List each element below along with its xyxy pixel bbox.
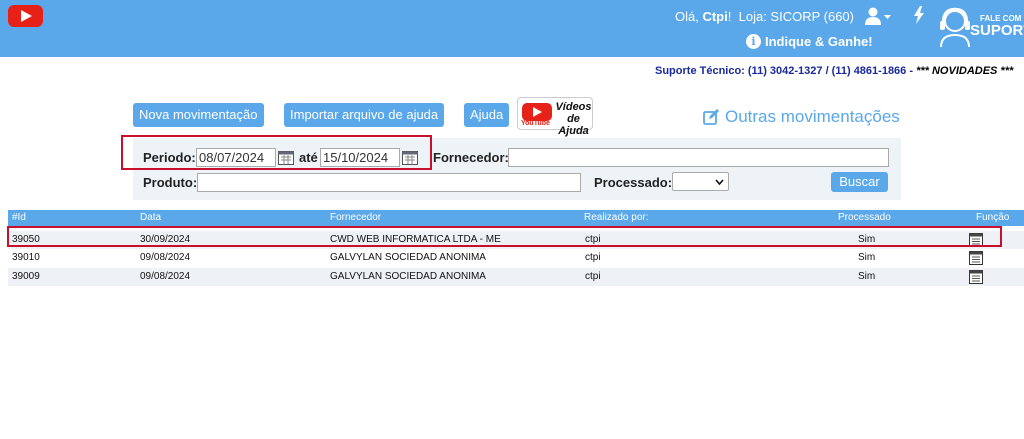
support-phones: Suporte Técnico: (11) 3042-1327 / (11) 4… [655,65,917,77]
support-headset-icon[interactable] [937,5,973,47]
cell-processado: Sim [858,271,876,282]
table-header: #Id Data Fornecedor Realizado por: Proce… [8,210,1024,226]
produto-input[interactable] [197,173,581,192]
fornecedor-label: Fornecedor: [433,150,509,165]
column-header-realizado: Realizado por: [584,212,649,223]
table-row[interactable]: 39009 09/08/2024 GALVYLAN SOCIEDAD ANONI… [8,268,1024,286]
table-row[interactable]: 39010 09/08/2024 GALVYLAN SOCIEDAD ANONI… [8,249,1024,267]
videos-line2: de Ajuda [558,113,589,137]
greeting-prefix: Olá, [675,9,699,24]
novidades-link[interactable]: *** NOVIDADES *** [916,65,1013,77]
cell-id: 39010 [12,252,40,263]
indique-ganhe-link[interactable]: i Indique & Ganhe! [746,34,873,49]
edit-icon [703,109,719,125]
cell-fornecedor: GALVYLAN SOCIEDAD ANONIMA [330,252,486,263]
calendar-icon[interactable] [402,150,418,165]
cell-realizado: ctpi [585,234,601,245]
date-from-input[interactable] [196,148,276,167]
bolt-icon[interactable] [913,6,925,24]
column-header-id: #Id [12,212,26,223]
cell-processado: Sim [858,234,876,245]
periodo-label: Periodo: [143,150,196,165]
top-bar: Olá, Ctpi! Loja: SICORP (660) i Indique … [0,0,1024,57]
cell-processado: Sim [858,252,876,263]
suporte-label[interactable]: SUPORTE [970,22,1024,39]
cell-fornecedor: GALVYLAN SOCIEDAD ANONIMA [330,271,486,282]
fornecedor-input[interactable] [508,148,889,167]
support-line: Suporte Técnico: (11) 3042-1327 / (11) 4… [655,65,1013,77]
details-icon[interactable] [969,270,983,284]
produto-label: Produto: [143,175,198,190]
cell-id: 39050 [12,234,40,245]
user-menu-icon[interactable] [864,7,894,25]
user-name: Ctpi [702,9,728,24]
ate-label: até [299,150,318,165]
outras-label: Outras movimentações [725,107,900,126]
store-label: Loja: SICORP (660) [738,9,854,24]
indique-label: Indique & Ganhe! [765,34,873,49]
videos-ajuda-text: Vídeos de Ajuda [555,101,592,137]
videos-line1: Vídeos [555,101,592,113]
cell-realizado: ctpi [585,252,601,263]
column-header-processado: Processado [838,212,891,223]
processado-select[interactable] [672,172,729,191]
youtube-play-icon [522,103,552,121]
cell-data: 30/09/2024 [140,234,191,245]
nova-movimentacao-button[interactable]: Nova movimentação [133,103,264,127]
info-icon: i [746,34,761,49]
cell-id: 39009 [12,271,40,282]
youtube-word: YouTube [521,120,550,127]
details-icon[interactable] [969,233,983,247]
processado-label: Processado: [594,175,673,190]
youtube-icon[interactable] [8,5,43,27]
cell-realizado: ctpi [585,271,601,282]
cell-data: 09/08/2024 [140,252,191,263]
greeting: Olá, Ctpi! Loja: SICORP (660) [675,9,854,24]
outras-movimentacoes-link[interactable]: Outras movimentações [703,107,900,127]
details-icon[interactable] [969,251,983,265]
importar-arquivo-button[interactable]: Importar arquivo de ajuda [284,103,445,127]
cell-data: 09/08/2024 [140,271,191,282]
calendar-icon[interactable] [278,150,294,165]
column-header-fornecedor: Fornecedor [330,212,382,223]
greeting-suffix: ! [727,9,732,24]
videos-ajuda-button[interactable]: YouTube Vídeos de Ajuda [517,97,593,137]
chevron-down-icon [715,179,724,185]
column-header-funcao: Função [976,212,1010,223]
buscar-button[interactable]: Buscar [831,172,888,192]
date-to-input[interactable] [320,148,400,167]
ajuda-button[interactable]: Ajuda [464,103,510,127]
column-header-data: Data [140,212,162,223]
table-row[interactable]: 39050 30/09/2024 CWD WEB INFORMATICA LTD… [8,231,1024,249]
cell-fornecedor: CWD WEB INFORMATICA LTDA - ME [330,234,501,245]
